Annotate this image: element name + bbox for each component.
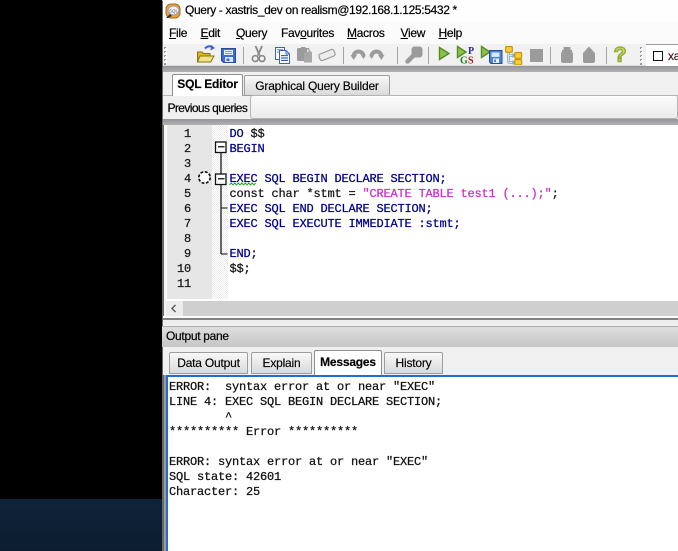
svg-text:SQL: SQL xyxy=(169,9,179,14)
svg-text:S: S xyxy=(468,56,474,66)
svg-text:G: G xyxy=(460,56,468,66)
svg-text:?: ? xyxy=(614,44,627,67)
